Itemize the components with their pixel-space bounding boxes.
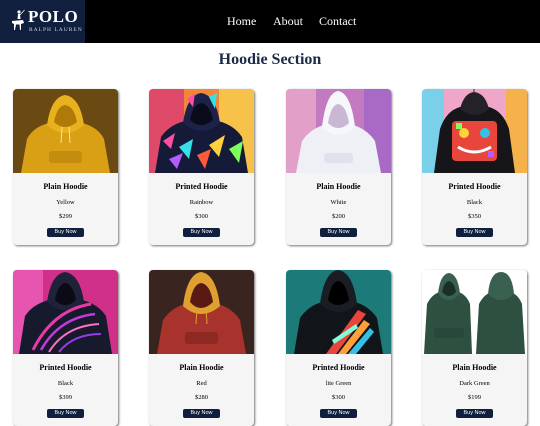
product-color: Yellow — [56, 199, 75, 206]
product-color: Dark Green — [459, 380, 490, 387]
brand-logo[interactable]: POLO RALPH LAUREN — [0, 0, 85, 43]
product-card: Printed Hoodie Black $399 Buy Now — [13, 270, 118, 426]
product-color: lite Green — [325, 380, 352, 387]
buy-now-button[interactable]: Buy Now — [183, 409, 220, 418]
product-card: Plain Hoodie Red $280 Buy Now — [149, 270, 254, 426]
logo-title: POLO — [28, 7, 79, 26]
product-name: Plain Hoodie — [43, 182, 88, 191]
buy-now-button[interactable]: Buy Now — [47, 409, 84, 418]
nav-link-about[interactable]: About — [273, 14, 303, 29]
product-name: Printed Hoodie — [312, 363, 365, 372]
product-price: $350 — [468, 213, 481, 220]
product-image — [286, 89, 391, 173]
navbar: POLO RALPH LAUREN Home About Contact — [0, 0, 540, 43]
section-title: Hoodie Section — [218, 51, 322, 68]
polo-player-icon — [12, 9, 25, 30]
product-price: $399 — [59, 394, 72, 401]
logo-subtitle: RALPH LAUREN — [29, 27, 83, 33]
buy-now-button[interactable]: Buy Now — [456, 409, 493, 418]
product-price: $300 — [195, 213, 208, 220]
product-color: White — [330, 199, 347, 206]
product-card: Printed Hoodie Rainbow $300 Buy Now — [149, 89, 254, 245]
nav-link-home[interactable]: Home — [227, 14, 256, 29]
buy-now-button[interactable]: Buy Now — [456, 228, 493, 237]
product-card: Printed Hoodie Black $350 Buy Now — [422, 89, 527, 245]
nav-link-contact[interactable]: Contact — [319, 14, 356, 29]
product-image — [149, 270, 254, 354]
product-name: Plain Hoodie — [179, 363, 224, 372]
product-color: Black — [466, 199, 483, 206]
product-image — [149, 89, 254, 173]
product-price: $200 — [332, 213, 345, 220]
product-color: Black — [57, 380, 74, 387]
product-image — [13, 270, 118, 354]
buy-now-button[interactable]: Buy Now — [47, 228, 84, 237]
product-color: Red — [196, 380, 207, 387]
product-name: Plain Hoodie — [452, 363, 497, 372]
product-name: Printed Hoodie — [175, 182, 228, 191]
product-card: Printed Hoodie lite Green $300 Buy Now — [286, 270, 391, 426]
product-price: $280 — [195, 394, 208, 401]
product-price: $300 — [332, 394, 345, 401]
buy-now-button[interactable]: Buy Now — [183, 228, 220, 237]
product-card: Plain Hoodie White $200 Buy Now — [286, 89, 391, 245]
product-price: $299 — [59, 213, 72, 220]
product-price: $199 — [468, 394, 481, 401]
product-image — [286, 270, 391, 354]
product-image — [13, 89, 118, 173]
product-card: Plain Hoodie Yellow $299 Buy Now — [13, 89, 118, 245]
product-image — [422, 270, 527, 354]
product-color: Rainbow — [189, 199, 214, 206]
buy-now-button[interactable]: Buy Now — [320, 228, 357, 237]
product-card: Plain Hoodie Dark Green $199 Buy Now — [422, 270, 527, 426]
product-name: Printed Hoodie — [39, 363, 92, 372]
product-name: Plain Hoodie — [316, 182, 361, 191]
product-name: Printed Hoodie — [448, 182, 501, 191]
buy-now-button[interactable]: Buy Now — [320, 409, 357, 418]
product-image — [422, 89, 527, 173]
